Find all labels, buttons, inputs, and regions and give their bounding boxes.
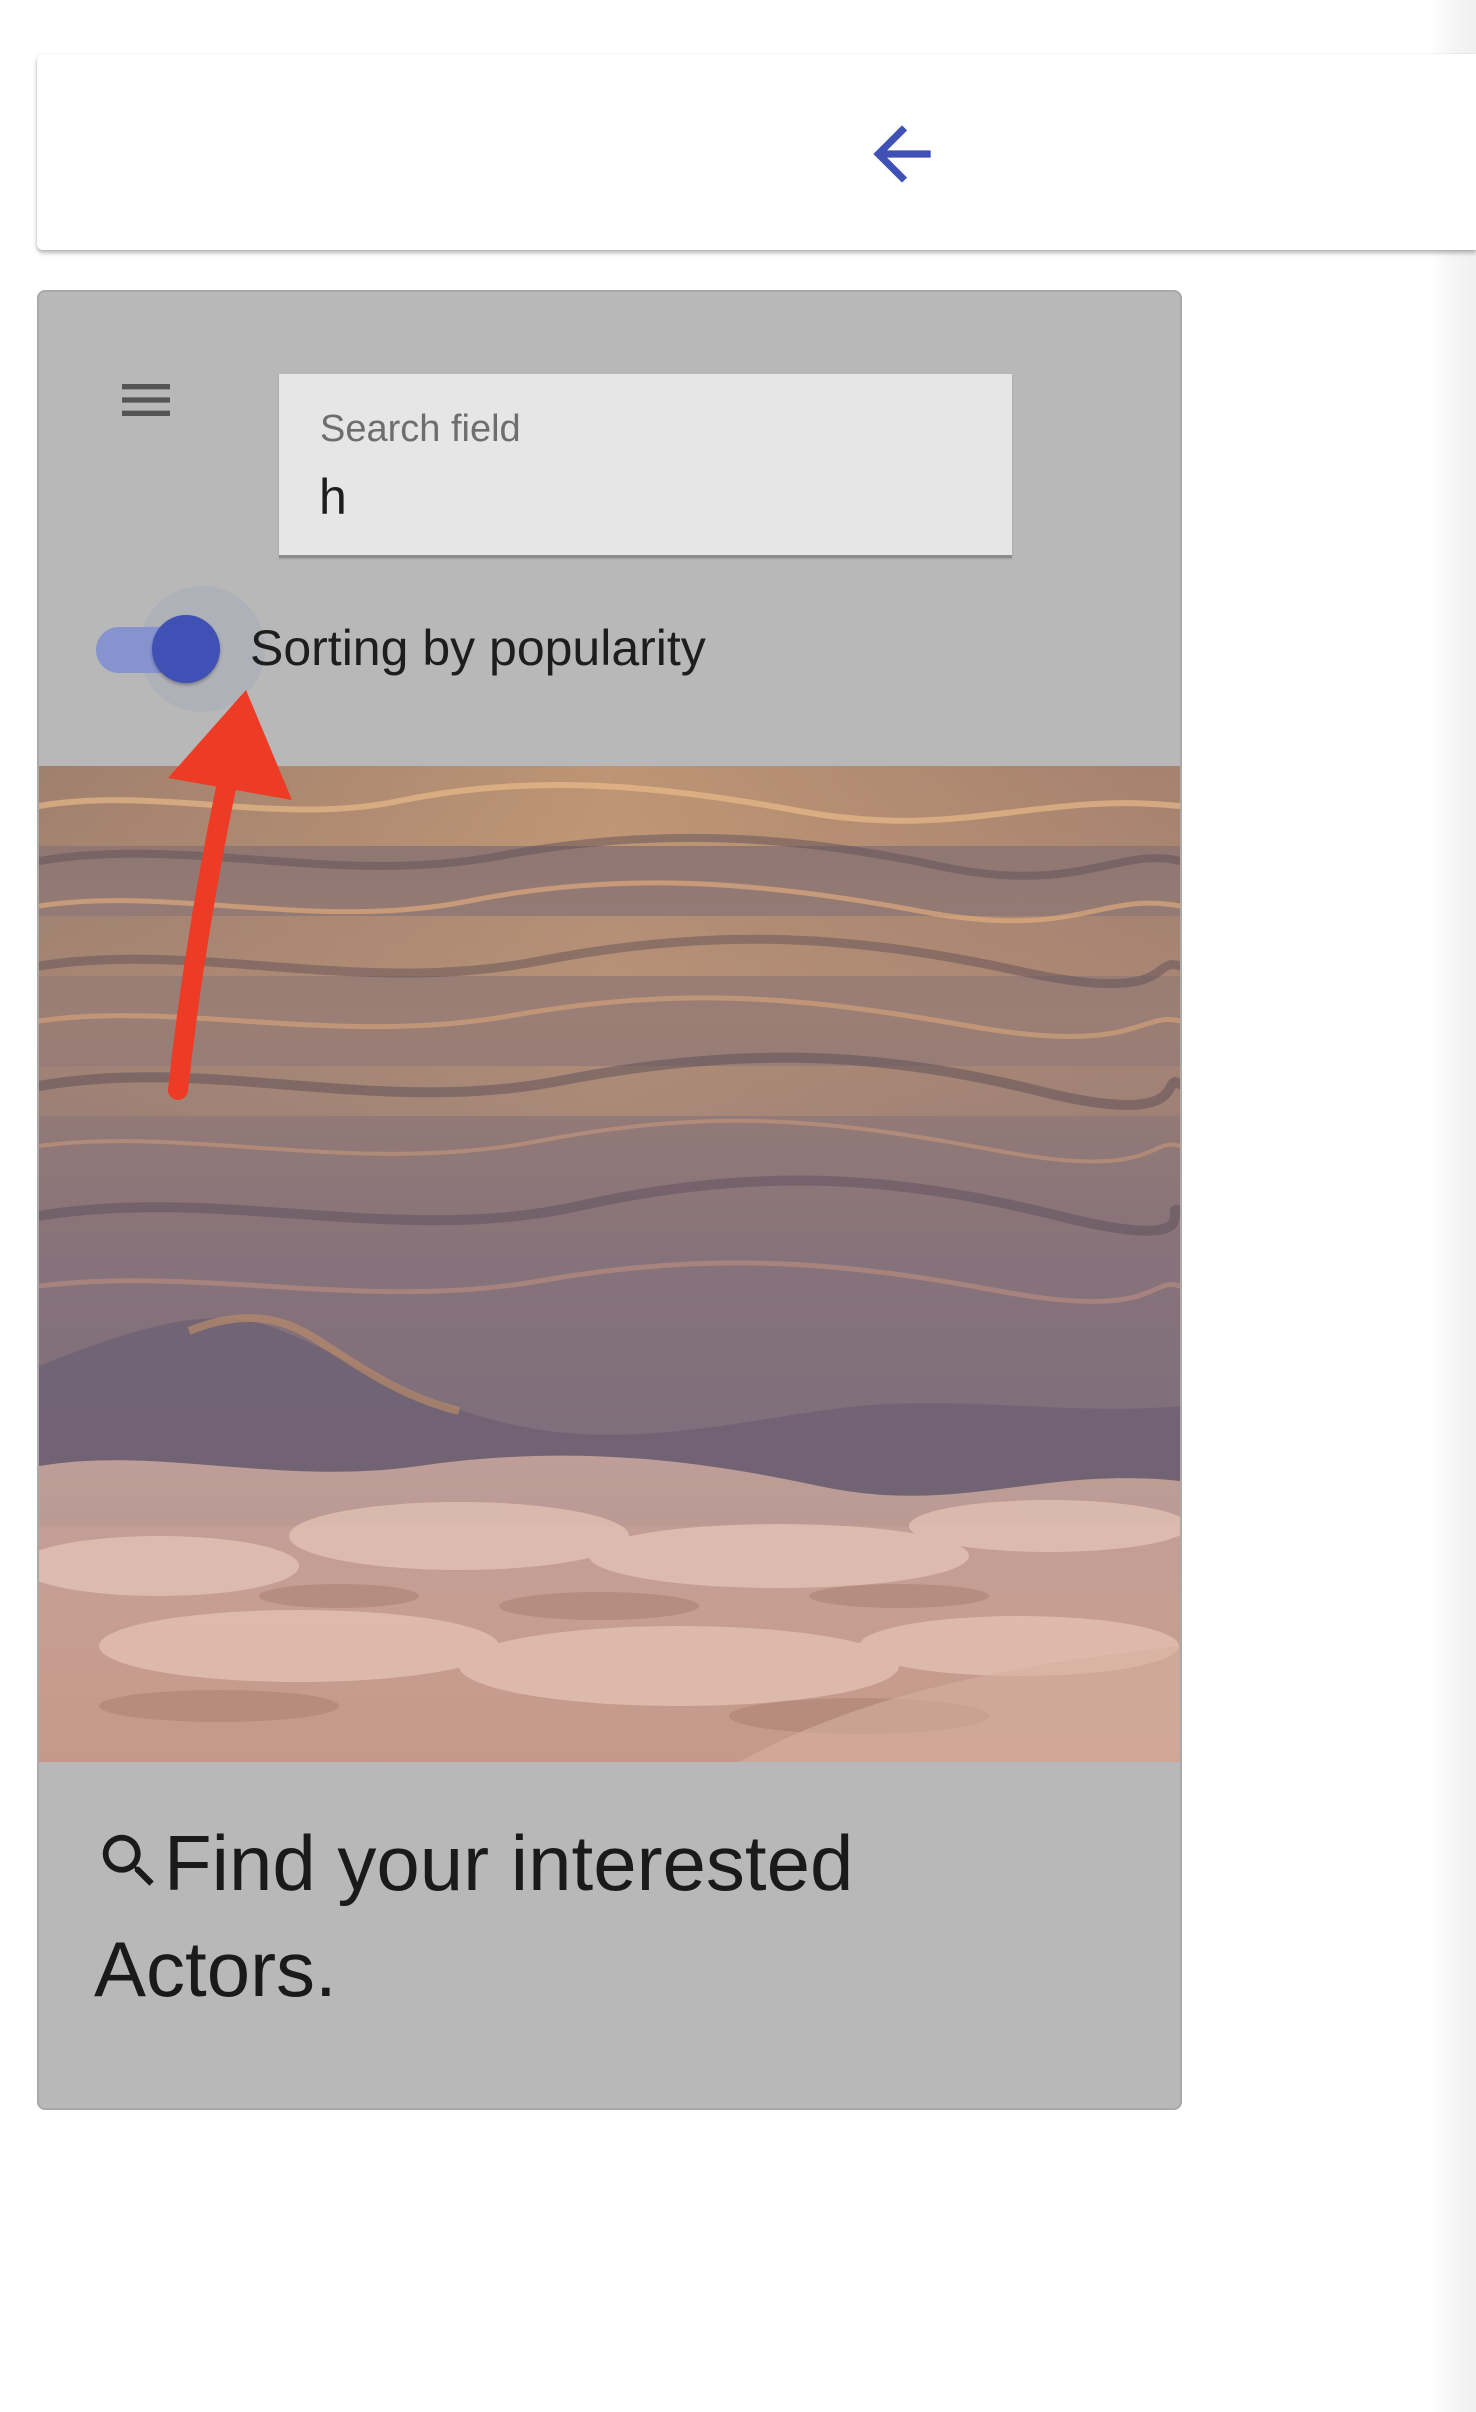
sort-popularity-switch[interactable] — [88, 586, 265, 712]
switch-thumb — [152, 615, 220, 683]
menu-button[interactable] — [96, 350, 196, 450]
search-field-label: Search field — [320, 408, 521, 450]
page: Search field Sorting by popularity — [0, 0, 1476, 2412]
hamburger-menu-icon — [122, 384, 170, 416]
scroll-shadow — [1430, 0, 1476, 2412]
sort-switch-label[interactable]: Sorting by popularity — [250, 619, 706, 677]
arrow-left-icon — [873, 125, 931, 183]
search-field[interactable]: Search field — [279, 374, 1012, 558]
ocean-waves-image — [39, 766, 1180, 1762]
back-button[interactable] — [847, 99, 957, 209]
caption-label: Find your interested Actors. — [94, 1819, 854, 2013]
search-input[interactable] — [319, 468, 969, 526]
search-icon — [102, 1834, 154, 1886]
caption-text: Find your interested Actors. — [94, 1810, 1094, 2022]
top-app-bar — [37, 54, 1476, 250]
